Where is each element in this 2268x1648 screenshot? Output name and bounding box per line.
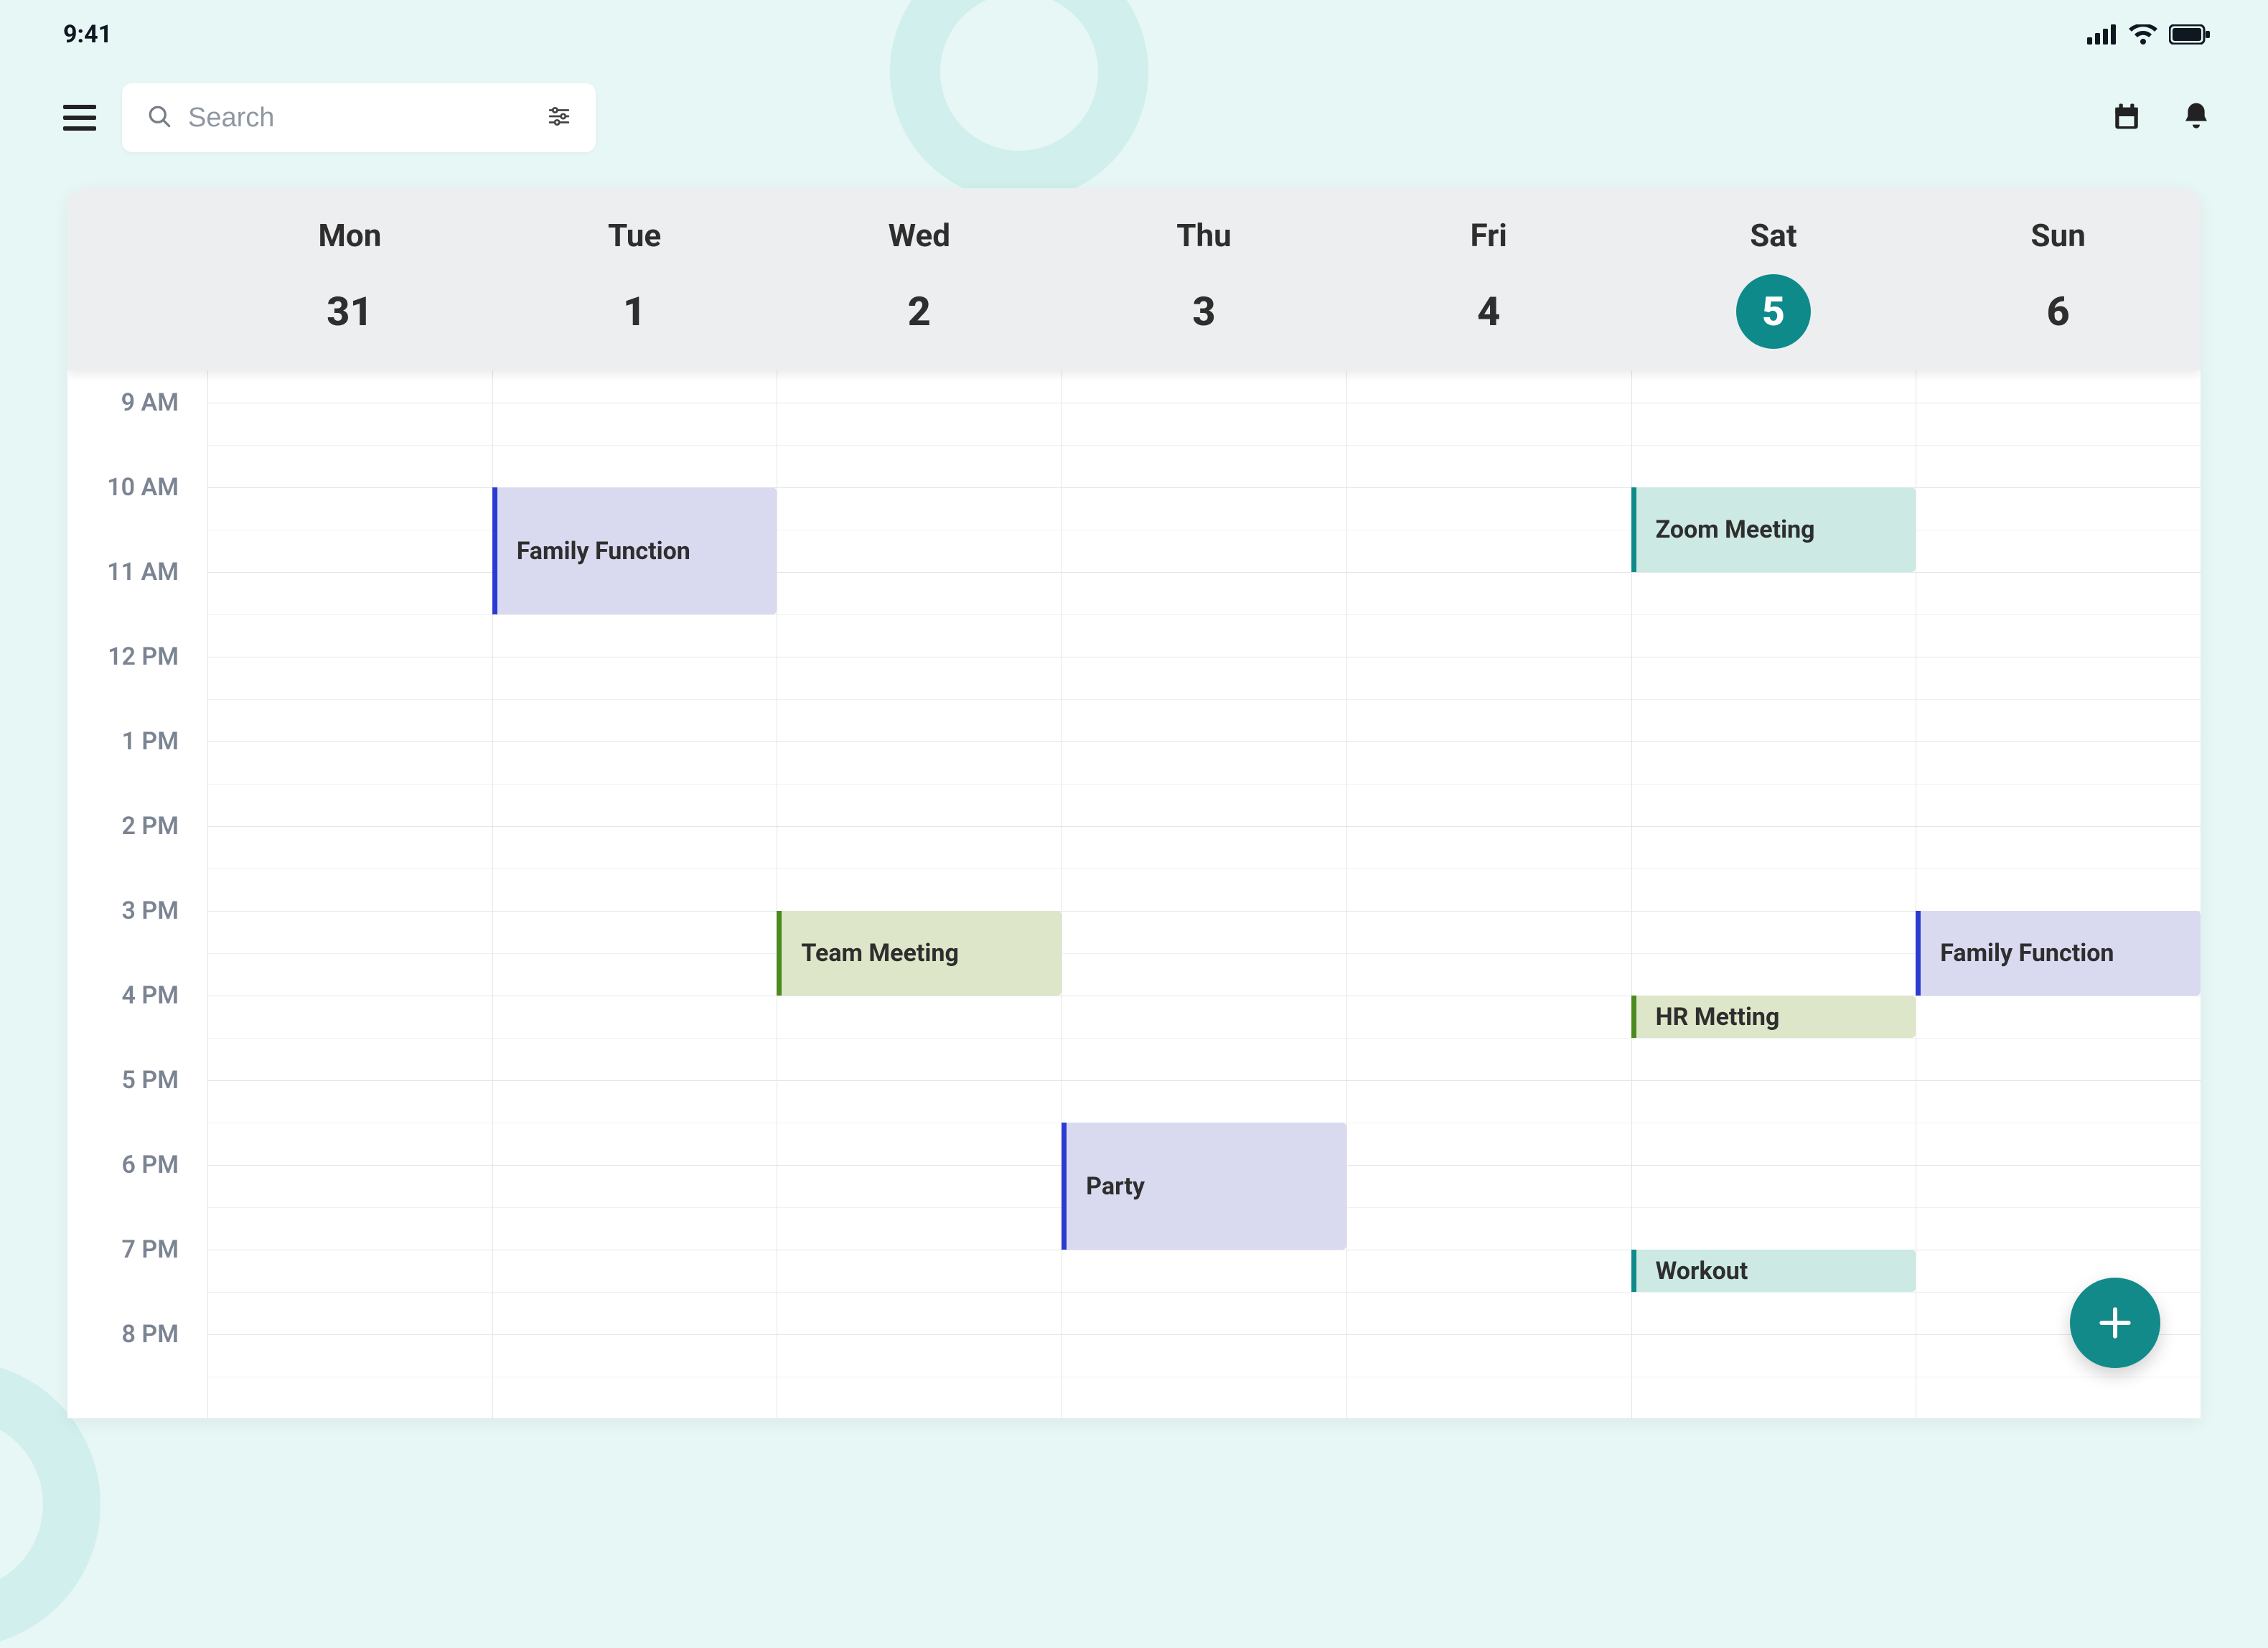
calendar-event[interactable]: Zoom Meeting xyxy=(1631,487,1916,572)
menu-button[interactable] xyxy=(63,105,96,131)
day-of-week-label: Sun xyxy=(1916,217,2201,254)
time-label: 10 AM xyxy=(107,473,179,502)
time-gutter: 9 AM 10 AM 11 AM 12 PM 1 PM 2 PM 3 PM 4 PM 5 PM 6… xyxy=(67,360,207,1418)
grid-wrap: 9 AM 10 AM 11 AM 12 PM 1 PM 2 PM 3 PM 4 PM 5 PM 6… xyxy=(67,360,2201,1418)
time-label: 12 PM xyxy=(108,642,179,671)
day-header-fri[interactable]: Fri 4 xyxy=(1346,188,1631,370)
day-number: 3 xyxy=(1167,274,1242,349)
search-box[interactable] xyxy=(122,83,596,152)
day-number: 4 xyxy=(1451,274,1526,349)
grid-column-line xyxy=(207,360,208,1418)
wifi-icon xyxy=(2129,24,2157,45)
search-input[interactable] xyxy=(188,103,547,134)
day-number: 5 xyxy=(1736,274,1811,349)
calendar-event[interactable]: Family Function xyxy=(492,487,777,614)
day-header-sun[interactable]: Sun 6 xyxy=(1916,188,2201,370)
day-of-week-label: Sat xyxy=(1631,217,1916,254)
calendar-event[interactable]: Team Meeting xyxy=(777,911,1062,996)
calendar-grid[interactable]: Family Function Zoom Meeting Team Meeting F… xyxy=(207,360,2201,1418)
day-of-week-label: Thu xyxy=(1062,217,1346,254)
grid-line-half xyxy=(207,1038,2201,1039)
filter-icon[interactable] xyxy=(547,104,571,131)
grid-line-half xyxy=(207,614,2201,615)
day-header-thu[interactable]: Thu 3 xyxy=(1062,188,1346,370)
add-event-button[interactable] xyxy=(2070,1278,2160,1368)
day-of-week-label: Tue xyxy=(492,217,777,254)
time-label: 3 PM xyxy=(122,896,179,925)
calendar-event[interactable]: Family Function xyxy=(1916,911,2201,996)
time-label: 9 AM xyxy=(121,388,179,417)
top-bar xyxy=(0,49,2268,152)
time-label: 2 PM xyxy=(122,812,179,841)
time-label: 7 PM xyxy=(122,1235,179,1264)
status-icons xyxy=(2087,24,2211,45)
day-header-sat[interactable]: Sat 5 xyxy=(1631,188,1916,370)
calendar-event[interactable]: Workout xyxy=(1631,1250,1916,1292)
day-header-wed[interactable]: Wed 2 xyxy=(777,188,1062,370)
time-label: 1 PM xyxy=(122,727,179,756)
grid-line-hour xyxy=(207,1334,2201,1335)
calendar-card: Mon 31 Tue 1 Wed 2 Thu 3 Fri 4 Sat 5 Sun 6 9 AM 10 AM 1… xyxy=(67,188,2201,1418)
time-gutter-header xyxy=(67,188,207,370)
event-title: Zoom Meeting xyxy=(1656,515,1815,544)
calendar-icon[interactable] xyxy=(2112,101,2142,134)
grid-column-line xyxy=(1346,360,1347,1418)
event-title: Family Function xyxy=(517,537,690,566)
day-number: 6 xyxy=(2021,274,2096,349)
day-header-tue[interactable]: Tue 1 xyxy=(492,188,777,370)
day-of-week-label: Wed xyxy=(777,217,1062,254)
event-title: Party xyxy=(1086,1172,1145,1201)
grid-line-hour xyxy=(207,826,2201,827)
event-title: Workout xyxy=(1656,1257,1748,1286)
cellular-icon xyxy=(2087,24,2117,45)
event-title: HR Metting xyxy=(1656,1003,1780,1031)
search-icon xyxy=(146,103,172,132)
calendar-event[interactable]: Party xyxy=(1062,1123,1346,1250)
day-number: 31 xyxy=(312,274,387,349)
day-number: 1 xyxy=(597,274,672,349)
grid-line-hour xyxy=(207,1080,2201,1081)
time-label: 4 PM xyxy=(122,981,179,1010)
day-header: Mon 31 Tue 1 Wed 2 Thu 3 Fri 4 Sat 5 Sun 6 xyxy=(67,188,2201,370)
time-label: 11 AM xyxy=(107,558,179,586)
grid-line-hour xyxy=(207,741,2201,742)
day-header-mon[interactable]: Mon 31 xyxy=(207,188,492,370)
event-title: Team Meeting xyxy=(801,939,958,968)
day-number: 2 xyxy=(882,274,957,349)
day-of-week-label: Fri xyxy=(1346,217,1631,254)
time-label: 5 PM xyxy=(122,1066,179,1095)
grid-line-half xyxy=(207,699,2201,700)
status-bar: 9:41 xyxy=(0,0,2268,49)
battery-icon xyxy=(2169,24,2211,45)
event-title: Family Function xyxy=(1940,939,2114,968)
time-label: 6 PM xyxy=(122,1151,179,1179)
day-of-week-label: Mon xyxy=(207,217,492,254)
grid-line-half xyxy=(207,784,2201,785)
calendar-event[interactable]: HR Metting xyxy=(1631,996,1916,1038)
grid-line-hour xyxy=(207,911,2201,912)
status-time: 9:41 xyxy=(63,20,112,49)
grid-line-half xyxy=(207,445,2201,446)
grid-line-half xyxy=(207,953,2201,954)
time-label: 8 PM xyxy=(122,1320,179,1349)
grid-line-half xyxy=(207,1292,2201,1293)
bell-icon[interactable] xyxy=(2182,100,2211,135)
